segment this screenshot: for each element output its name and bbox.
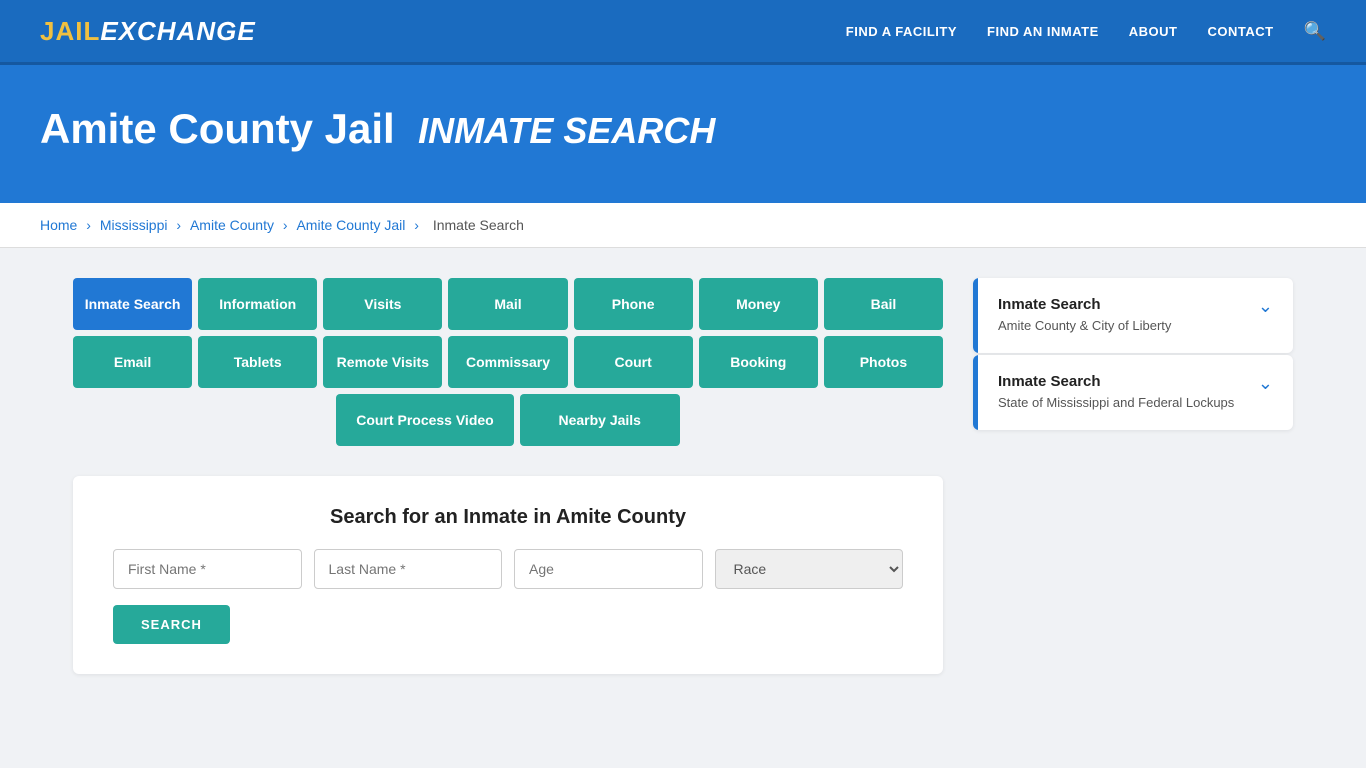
tab-commissary[interactable]: Commissary bbox=[448, 336, 567, 388]
sidebar-card-state: Inmate Search State of Mississippi and F… bbox=[973, 355, 1293, 430]
race-select[interactable]: Race White Black Hispanic Asian Other bbox=[715, 549, 904, 589]
tab-booking[interactable]: Booking bbox=[699, 336, 818, 388]
hero-title-italic: INMATE SEARCH bbox=[418, 110, 715, 151]
tab-email[interactable]: Email bbox=[73, 336, 192, 388]
tabs-row2: Email Tablets Remote Visits Commissary C… bbox=[73, 336, 943, 388]
last-name-input[interactable] bbox=[314, 549, 503, 589]
logo[interactable]: JAILEXCHANGE bbox=[40, 16, 256, 47]
breadcrumb-sep-4: › bbox=[414, 217, 423, 233]
sidebar-card-local-text: Inmate Search Amite County & City of Lib… bbox=[998, 296, 1171, 335]
first-name-input[interactable] bbox=[113, 549, 302, 589]
breadcrumb-sep-1: › bbox=[86, 217, 95, 233]
tab-nearby-jails[interactable]: Nearby Jails bbox=[520, 394, 680, 446]
sidebar-card-local-title: Inmate Search bbox=[998, 296, 1171, 313]
tabs-row1: Inmate Search Information Visits Mail Ph… bbox=[73, 278, 943, 330]
tab-court[interactable]: Court bbox=[574, 336, 693, 388]
logo-jail: JAIL bbox=[40, 16, 100, 46]
sidebar-card-state-subtitle: State of Mississippi and Federal Lockups bbox=[998, 394, 1234, 412]
breadcrumb-sep-3: › bbox=[283, 217, 292, 233]
tab-money[interactable]: Money bbox=[699, 278, 818, 330]
search-icon[interactable]: 🔍 bbox=[1304, 21, 1326, 42]
hero-banner: Amite County Jail INMATE SEARCH bbox=[0, 65, 1366, 203]
nav-links: FIND A FACILITY FIND AN INMATE ABOUT CON… bbox=[846, 21, 1326, 42]
tab-remote-visits[interactable]: Remote Visits bbox=[323, 336, 442, 388]
navbar: JAILEXCHANGE FIND A FACILITY FIND AN INM… bbox=[0, 0, 1366, 65]
sidebar-card-local: Inmate Search Amite County & City of Lib… bbox=[973, 278, 1293, 353]
breadcrumb-jail[interactable]: Amite County Jail bbox=[296, 217, 405, 233]
sidebar-card-local-header[interactable]: Inmate Search Amite County & City of Lib… bbox=[973, 278, 1293, 353]
tab-bail[interactable]: Bail bbox=[824, 278, 943, 330]
logo-exchange: EXCHANGE bbox=[100, 16, 255, 46]
breadcrumb-current: Inmate Search bbox=[433, 217, 524, 233]
hero-title-main: Amite County Jail bbox=[40, 105, 395, 152]
page-title: Amite County Jail INMATE SEARCH bbox=[40, 105, 1326, 153]
chevron-down-icon: ⌄ bbox=[1258, 296, 1273, 317]
search-button[interactable]: SEARCH bbox=[113, 605, 230, 644]
tab-inmate-search[interactable]: Inmate Search bbox=[73, 278, 192, 330]
tab-mail[interactable]: Mail bbox=[448, 278, 567, 330]
breadcrumb: Home › Mississippi › Amite County › Amit… bbox=[0, 203, 1366, 248]
age-input[interactable] bbox=[514, 549, 703, 589]
search-fields-row: Race White Black Hispanic Asian Other bbox=[113, 549, 903, 589]
tab-visits[interactable]: Visits bbox=[323, 278, 442, 330]
sidebar-card-state-text: Inmate Search State of Mississippi and F… bbox=[998, 373, 1234, 412]
tabs-row3: Court Process Video Nearby Jails bbox=[73, 394, 943, 446]
sidebar: Inmate Search Amite County & City of Lib… bbox=[973, 278, 1293, 674]
sidebar-card-state-title: Inmate Search bbox=[998, 373, 1234, 390]
content-area: Inmate Search Information Visits Mail Ph… bbox=[73, 278, 943, 674]
breadcrumb-home[interactable]: Home bbox=[40, 217, 77, 233]
tab-tablets[interactable]: Tablets bbox=[198, 336, 317, 388]
breadcrumb-sep-2: › bbox=[176, 217, 185, 233]
nav-find-facility[interactable]: FIND A FACILITY bbox=[846, 24, 957, 39]
breadcrumb-state[interactable]: Mississippi bbox=[100, 217, 168, 233]
tab-phone[interactable]: Phone bbox=[574, 278, 693, 330]
tab-photos[interactable]: Photos bbox=[824, 336, 943, 388]
nav-about[interactable]: ABOUT bbox=[1129, 24, 1178, 39]
sidebar-card-local-subtitle: Amite County & City of Liberty bbox=[998, 317, 1171, 335]
search-form: Search for an Inmate in Amite County Rac… bbox=[73, 476, 943, 674]
tab-court-video[interactable]: Court Process Video bbox=[336, 394, 513, 446]
tab-information[interactable]: Information bbox=[198, 278, 317, 330]
search-form-title: Search for an Inmate in Amite County bbox=[113, 506, 903, 529]
nav-find-inmate[interactable]: FIND AN INMATE bbox=[987, 24, 1099, 39]
sidebar-card-state-header[interactable]: Inmate Search State of Mississippi and F… bbox=[973, 355, 1293, 430]
main-container: Inmate Search Information Visits Mail Ph… bbox=[33, 248, 1333, 704]
nav-contact[interactable]: CONTACT bbox=[1207, 24, 1273, 39]
breadcrumb-county[interactable]: Amite County bbox=[190, 217, 274, 233]
chevron-down-icon-2: ⌄ bbox=[1258, 373, 1273, 394]
